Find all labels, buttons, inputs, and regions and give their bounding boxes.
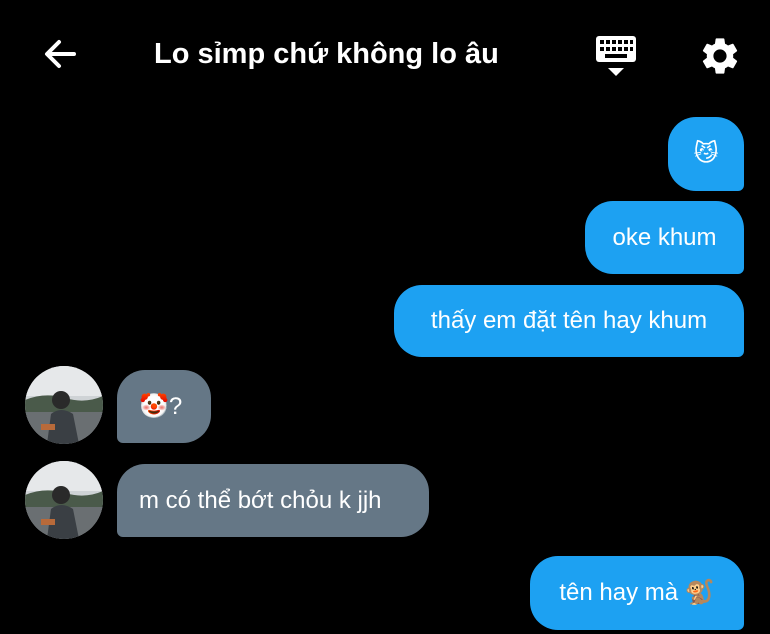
arrow-left-icon bbox=[45, 40, 76, 68]
message-bubble-outgoing[interactable]: tên hay mà 🐒 bbox=[530, 556, 744, 630]
message-bubble-outgoing[interactable]: oke khum bbox=[585, 201, 744, 274]
message-text: 🤡? bbox=[139, 392, 183, 420]
avatar-photo bbox=[25, 461, 103, 539]
gear-icon bbox=[702, 38, 738, 74]
avatar-photo bbox=[25, 366, 103, 444]
keyboard-icon bbox=[596, 36, 636, 76]
message-text: oke khum bbox=[612, 223, 717, 251]
chat-header: Lo sỉmp chứ không lo âu bbox=[0, 0, 770, 108]
back-button[interactable] bbox=[30, 28, 90, 80]
keyboard-button[interactable] bbox=[588, 28, 644, 84]
avatar[interactable] bbox=[25, 366, 103, 444]
message-bubble-incoming[interactable]: 🤡? bbox=[117, 370, 211, 443]
avatar[interactable] bbox=[25, 461, 103, 539]
message-bubble-outgoing[interactable]: thấy em đặt tên hay khum bbox=[394, 285, 744, 357]
message-text: thấy em đặt tên hay khum bbox=[430, 307, 708, 334]
conversation-title: Lo sỉmp chứ không lo âu bbox=[154, 38, 499, 70]
message-bubble-incoming[interactable]: m có thể bớt chỏu k jjh bbox=[117, 464, 429, 537]
message-text: 😼 bbox=[693, 140, 719, 167]
settings-button[interactable] bbox=[692, 28, 748, 84]
message-text: m có thể bớt chỏu k jjh bbox=[139, 486, 382, 514]
message-text: tên hay mà 🐒 bbox=[559, 579, 715, 606]
message-bubble-outgoing[interactable]: 😼 bbox=[668, 117, 744, 191]
